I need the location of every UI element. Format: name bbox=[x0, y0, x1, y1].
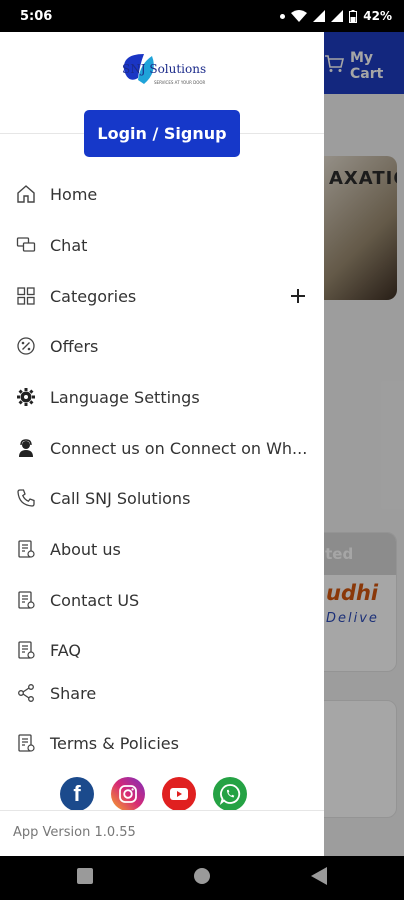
menu-label-connect-whatsapp: Connect us on Connect on Wh... bbox=[50, 438, 308, 458]
menu-item-categories[interactable]: Categories bbox=[0, 276, 324, 316]
menu-item-contact-us[interactable]: Contact US bbox=[0, 580, 324, 620]
grid-icon bbox=[16, 286, 36, 306]
login-signup-button[interactable]: Login / Signup bbox=[84, 110, 240, 157]
document-icon bbox=[16, 590, 36, 610]
app-logo: SNJ Solutions SERVICES AT YOUR DOOR bbox=[118, 50, 210, 90]
document-icon bbox=[16, 640, 36, 660]
phone-icon bbox=[16, 488, 36, 508]
menu-label-chat: Chat bbox=[50, 235, 88, 255]
signal-icon bbox=[313, 10, 326, 22]
menu-item-faq[interactable]: FAQ bbox=[0, 630, 324, 670]
menu-label-about-us: About us bbox=[50, 539, 121, 559]
menu-label-categories: Categories bbox=[50, 286, 137, 306]
menu-label-offers: Offers bbox=[50, 336, 99, 356]
facebook-icon[interactable]: f bbox=[60, 777, 94, 811]
home-nav-button[interactable] bbox=[193, 867, 211, 889]
status-icons: 42% bbox=[280, 9, 392, 23]
divider-left bbox=[0, 133, 84, 134]
percent-icon bbox=[16, 336, 36, 356]
app-version: App Version 1.0.55 bbox=[13, 825, 136, 840]
menu-item-home[interactable]: Home bbox=[0, 174, 324, 214]
menu-item-language-settings[interactable]: Language Settings bbox=[0, 377, 324, 417]
share-icon bbox=[16, 683, 36, 703]
menu-label-share: Share bbox=[50, 683, 97, 703]
navigation-drawer: SNJ Solutions SERVICES AT YOUR DOOR Logi… bbox=[0, 32, 324, 856]
menu-label-contact-us: Contact US bbox=[50, 590, 140, 610]
system-nav-bar bbox=[0, 856, 404, 900]
version-divider bbox=[0, 810, 324, 811]
menu-label-call: Call SNJ Solutions bbox=[50, 488, 191, 508]
facebook-glyph: f bbox=[73, 781, 81, 806]
document-icon bbox=[16, 733, 36, 753]
menu-item-call[interactable]: Call SNJ Solutions bbox=[0, 478, 324, 518]
home-icon bbox=[16, 184, 36, 204]
menu-label-terms-policies: Terms & Policies bbox=[50, 733, 179, 753]
menu-item-connect-whatsapp[interactable]: Connect us on Connect on Wh... bbox=[0, 428, 324, 468]
notification-dot-icon bbox=[280, 13, 286, 19]
menu-item-terms-policies[interactable]: Terms & Policies bbox=[0, 723, 324, 763]
battery-icon bbox=[349, 9, 358, 23]
status-time: 5:06 bbox=[20, 8, 53, 24]
logo-tagline: SERVICES AT YOUR DOOR bbox=[154, 80, 206, 85]
instagram-icon[interactable] bbox=[111, 777, 145, 811]
menu-item-offers[interactable]: Offers bbox=[0, 326, 324, 366]
signal-icon-2 bbox=[331, 10, 344, 22]
gear-icon bbox=[16, 387, 36, 407]
recents-button[interactable] bbox=[77, 868, 93, 888]
menu-item-chat[interactable]: Chat bbox=[0, 225, 324, 265]
divider-right bbox=[240, 133, 324, 134]
whatsapp-icon[interactable] bbox=[213, 777, 247, 811]
menu-label-faq: FAQ bbox=[50, 640, 81, 660]
chat-icon bbox=[16, 235, 36, 255]
social-links: f bbox=[60, 777, 247, 811]
expand-plus-icon[interactable] bbox=[288, 286, 308, 306]
document-icon bbox=[16, 539, 36, 559]
menu-label-language-settings: Language Settings bbox=[50, 387, 200, 407]
wifi-icon bbox=[291, 10, 308, 22]
agent-icon bbox=[16, 438, 36, 458]
status-bar: 5:06 42% bbox=[0, 0, 404, 32]
menu-item-share[interactable]: Share bbox=[0, 673, 324, 713]
menu-item-about-us[interactable]: About us bbox=[0, 529, 324, 569]
battery-percent: 42% bbox=[363, 9, 392, 23]
youtube-icon[interactable] bbox=[162, 777, 196, 811]
screen: 5:06 42% My Cart AXATI ited udhi Delive … bbox=[0, 0, 404, 900]
logo-text: SNJ Solutions bbox=[122, 62, 207, 76]
back-button[interactable] bbox=[311, 867, 327, 889]
menu-label-home: Home bbox=[50, 184, 98, 204]
